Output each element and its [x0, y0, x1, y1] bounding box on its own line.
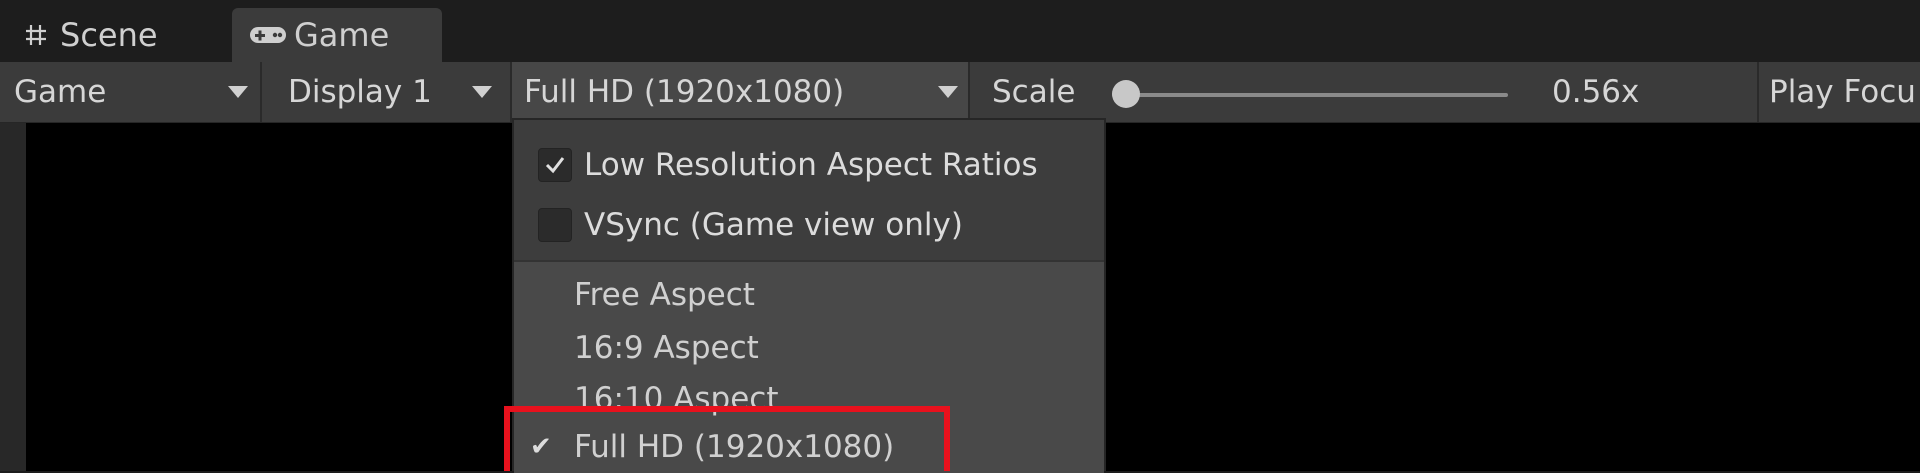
checkbox-vsync[interactable]: [538, 208, 572, 242]
toggle-low-resolution-label: Low Resolution Aspect Ratios: [584, 147, 1038, 183]
scale-slider-track[interactable]: [1112, 93, 1508, 97]
checkbox-low-resolution[interactable]: [538, 148, 572, 182]
view-dropdown-label: Game: [14, 74, 107, 110]
gamepad-icon: [248, 23, 288, 47]
view-dropdown[interactable]: Game: [0, 62, 262, 122]
scale-control: Scale 0.56x: [972, 62, 1757, 122]
checkmark-icon: [545, 157, 565, 174]
display-dropdown[interactable]: Display 1: [264, 62, 509, 122]
grid-icon: [24, 23, 48, 47]
option-label: Free Aspect: [574, 277, 755, 313]
menu-option-16-9-aspect[interactable]: 16:9 Aspect: [514, 323, 759, 373]
play-focus-dropdown[interactable]: Play Focu: [1757, 62, 1920, 122]
scale-slider-thumb[interactable]: [1112, 80, 1140, 108]
scale-label: Scale: [992, 74, 1076, 110]
tab-scene[interactable]: Scene: [0, 8, 228, 62]
play-focus-label: Play Focu: [1769, 74, 1916, 110]
tab-game[interactable]: Game: [232, 8, 442, 62]
option-label: 16:9 Aspect: [574, 330, 759, 366]
tab-game-label: Game: [294, 16, 390, 54]
viewport-edge: [0, 123, 26, 471]
resolution-dropdown-label: Full HD (1920x1080): [524, 74, 845, 110]
tab-scene-label: Scene: [60, 16, 158, 54]
display-dropdown-label: Display 1: [288, 74, 432, 110]
menu-option-free-aspect[interactable]: Free Aspect: [514, 270, 755, 320]
scale-value: 0.56x: [1552, 74, 1640, 110]
chevron-down-icon: [228, 86, 248, 98]
chevron-down-icon: [938, 86, 958, 98]
game-toolbar: Game Display 1 Full HD (1920x1080) Scale…: [0, 62, 1920, 123]
resolution-dropdown[interactable]: Full HD (1920x1080): [510, 62, 970, 122]
toggle-low-resolution[interactable]: Low Resolution Aspect Ratios: [514, 140, 1038, 190]
tab-bar: Scene Game: [0, 0, 1920, 62]
toggle-vsync-label: VSync (Game view only): [584, 207, 963, 243]
chevron-down-icon: [472, 86, 492, 98]
highlight-box: [504, 406, 950, 471]
toggle-vsync[interactable]: VSync (Game view only): [514, 200, 963, 250]
